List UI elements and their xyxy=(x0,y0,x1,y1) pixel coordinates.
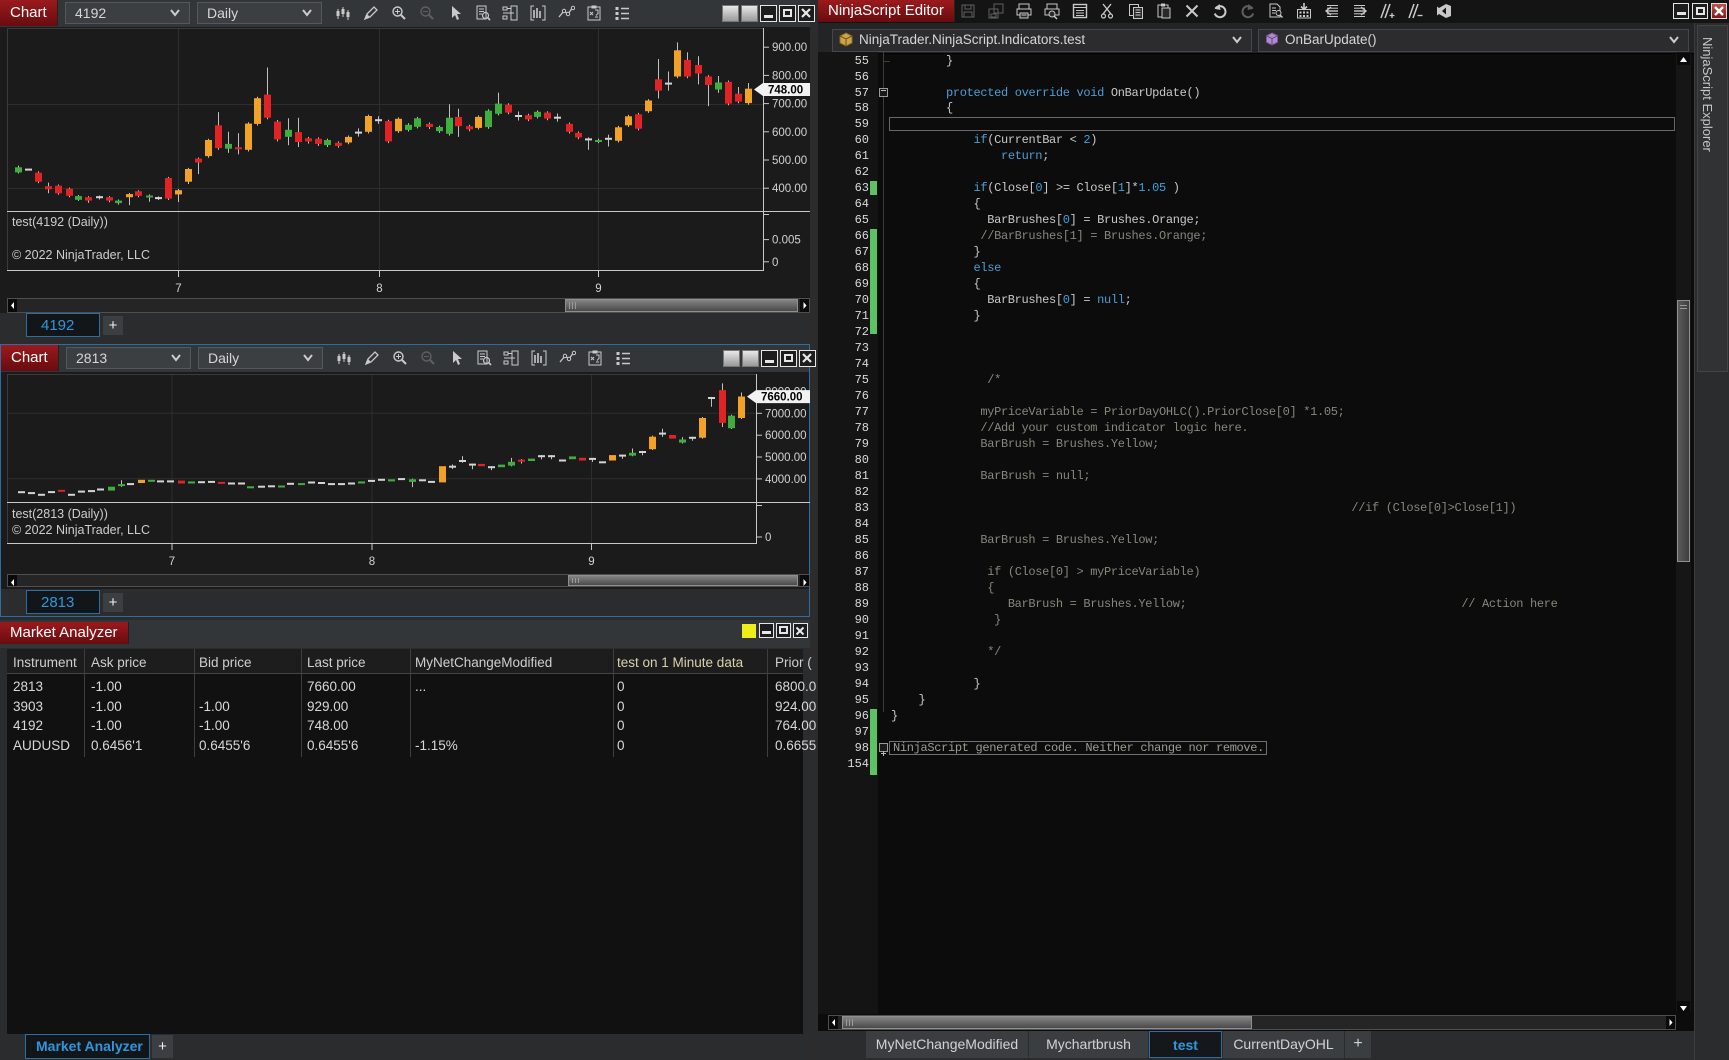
svg-text:900.00: 900.00 xyxy=(772,42,807,54)
svg-text:800.00: 800.00 xyxy=(772,70,807,82)
svg-text:© 2022 NinjaTrader, LLC: © 2022 NinjaTrader, LLC xyxy=(12,523,150,537)
svg-text:9: 9 xyxy=(595,283,601,295)
svg-text:7660.00: 7660.00 xyxy=(761,392,803,404)
svg-text:600.00: 600.00 xyxy=(772,127,807,139)
svg-text:4000.00: 4000.00 xyxy=(765,474,807,486)
svg-text:test(4192 (Daily)): test(4192 (Daily)) xyxy=(12,215,108,229)
svg-text:test(2813 (Daily)): test(2813 (Daily)) xyxy=(12,507,108,521)
svg-text:5000.00: 5000.00 xyxy=(765,452,807,464)
svg-text:700.00: 700.00 xyxy=(772,99,807,111)
svg-text:500.00: 500.00 xyxy=(772,155,807,167)
svg-text:8: 8 xyxy=(376,283,382,295)
svg-text:0: 0 xyxy=(772,257,778,269)
svg-text:© 2022 NinjaTrader, LLC: © 2022 NinjaTrader, LLC xyxy=(12,248,150,262)
svg-text:6000.00: 6000.00 xyxy=(765,430,807,442)
svg-text:400.00: 400.00 xyxy=(772,183,807,195)
svg-text:748.00: 748.00 xyxy=(768,85,803,97)
svg-text:NinjaScript Explorer: NinjaScript Explorer xyxy=(1700,37,1715,153)
svg-text:9: 9 xyxy=(588,556,594,568)
svg-text:7: 7 xyxy=(175,283,181,295)
svg-text:0: 0 xyxy=(765,532,771,544)
svg-text:7000.00: 7000.00 xyxy=(765,408,807,420)
svg-text:8: 8 xyxy=(369,556,375,568)
svg-text:7: 7 xyxy=(169,556,175,568)
svg-text:0.005: 0.005 xyxy=(772,235,801,247)
